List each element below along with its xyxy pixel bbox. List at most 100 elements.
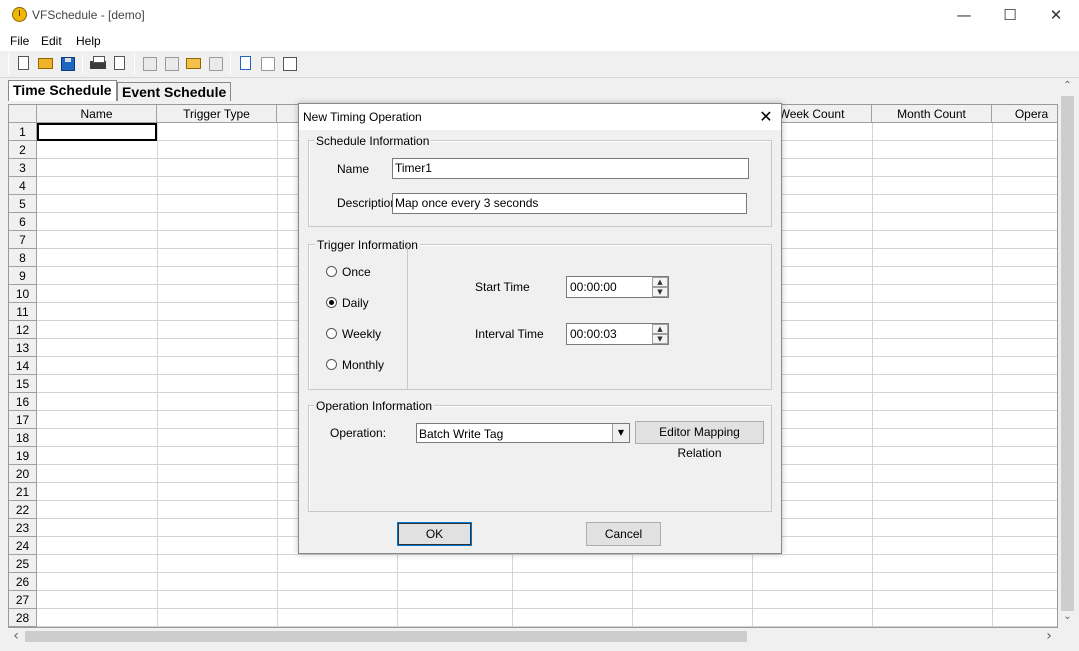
row-header[interactable]: 9 — [9, 267, 37, 285]
interval-time-value[interactable]: 00:00:03 — [570, 327, 617, 341]
weekly-radio[interactable] — [326, 328, 337, 339]
table-row[interactable] — [37, 609, 1057, 627]
minimize-button[interactable]: — — [941, 0, 987, 31]
daily-radio[interactable] — [326, 297, 337, 308]
row-header[interactable]: 27 — [9, 591, 37, 609]
schedule-icon[interactable] — [236, 54, 254, 72]
row-header[interactable]: 15 — [9, 375, 37, 393]
name-label: Name — [337, 162, 370, 176]
row-header[interactable]: 18 — [9, 429, 37, 447]
description-label: Description — [337, 196, 398, 210]
start-time-label: Start Time — [475, 280, 530, 294]
cut-icon[interactable] — [140, 54, 158, 72]
start-time-up-icon[interactable]: ▲ — [652, 277, 668, 287]
corner-cell — [9, 105, 37, 123]
menu-edit[interactable]: Edit — [41, 34, 62, 48]
monthly-radio[interactable] — [326, 359, 337, 370]
column-divider — [992, 123, 993, 627]
row-header[interactable]: 28 — [9, 609, 37, 627]
operation-value[interactable]: Batch Write Tag — [419, 427, 503, 441]
trigger-information-legend: Trigger Information — [315, 238, 420, 252]
row-header[interactable]: 10 — [9, 285, 37, 303]
row-header[interactable]: 24 — [9, 537, 37, 555]
paste-icon[interactable] — [184, 54, 202, 72]
once-label[interactable]: Once — [342, 265, 371, 279]
column-header-operation[interactable]: Opera — [992, 105, 1057, 123]
table-row[interactable] — [37, 555, 1057, 573]
row-header[interactable]: 5 — [9, 195, 37, 213]
row-header[interactable]: 7 — [9, 231, 37, 249]
row-header[interactable]: 13 — [9, 339, 37, 357]
row-header[interactable]: 23 — [9, 519, 37, 537]
description-field[interactable]: Map once every 3 seconds — [392, 193, 747, 214]
once-radio[interactable] — [326, 266, 337, 277]
print-icon[interactable] — [88, 54, 106, 72]
row-header[interactable]: 4 — [9, 177, 37, 195]
column-header-name[interactable]: Name — [37, 105, 157, 123]
trigger-divider — [407, 244, 408, 390]
tab-event-schedule[interactable]: Event Schedule — [117, 82, 232, 101]
add-row-icon[interactable] — [258, 54, 276, 72]
scroll-down-arrow-icon[interactable]: ⌄ — [1059, 611, 1076, 627]
row-header[interactable]: 21 — [9, 483, 37, 501]
schedule-information-legend: Schedule Information — [314, 134, 432, 148]
operation-information-legend: Operation Information — [314, 399, 435, 413]
tab-time-schedule[interactable]: Time Schedule — [8, 80, 117, 101]
scroll-up-arrow-icon[interactable]: ⌃ — [1059, 80, 1076, 96]
copy-icon[interactable] — [162, 54, 180, 72]
menu-file[interactable]: File — [10, 34, 29, 48]
daily-label[interactable]: Daily — [342, 296, 369, 310]
delete-icon[interactable] — [206, 54, 224, 72]
weekly-label[interactable]: Weekly — [342, 327, 381, 341]
editor-mapping-relation-button[interactable]: Editor Mapping Relation — [635, 421, 764, 460]
interval-time-label: Interval Time — [475, 327, 544, 341]
dialog-close-icon[interactable]: ✕ — [751, 104, 781, 130]
column-header-trigger-type[interactable]: Trigger Type — [157, 105, 277, 123]
window-title: VFSchedule - [demo] — [32, 8, 145, 22]
row-header[interactable]: 3 — [9, 159, 37, 177]
new-doc-icon[interactable] — [14, 54, 32, 72]
interval-time-down-icon[interactable]: ▼ — [652, 334, 668, 344]
scroll-left-arrow-icon[interactable]: ‹ — [9, 629, 23, 644]
open-folder-icon[interactable] — [36, 54, 54, 72]
row-header[interactable]: 12 — [9, 321, 37, 339]
row-header[interactable]: 14 — [9, 357, 37, 375]
row-header[interactable]: 17 — [9, 411, 37, 429]
horizontal-scroll-thumb[interactable] — [25, 631, 747, 642]
menu-help[interactable]: Help — [76, 34, 101, 48]
row-header[interactable]: 19 — [9, 447, 37, 465]
selected-cell[interactable] — [37, 123, 157, 141]
ok-button[interactable]: OK — [397, 522, 472, 546]
row-header[interactable]: 2 — [9, 141, 37, 159]
row-header[interactable]: 25 — [9, 555, 37, 573]
table-row[interactable] — [37, 591, 1057, 609]
row-header[interactable]: 11 — [9, 303, 37, 321]
column-divider — [157, 123, 158, 627]
row-header[interactable]: 8 — [9, 249, 37, 267]
dialog-title: New Timing Operation — [303, 110, 422, 124]
start-time-down-icon[interactable]: ▼ — [652, 287, 668, 297]
code-icon[interactable] — [280, 54, 298, 72]
row-header[interactable]: 26 — [9, 573, 37, 591]
row-header[interactable]: 20 — [9, 465, 37, 483]
name-field[interactable]: Timer1 — [392, 158, 749, 179]
row-header[interactable]: 1 — [9, 123, 37, 141]
toolbar-separator — [82, 54, 83, 74]
start-time-value[interactable]: 00:00:00 — [570, 280, 617, 294]
print-preview-icon[interactable] — [110, 54, 128, 72]
scroll-right-arrow-icon[interactable]: › — [1042, 629, 1056, 644]
save-icon[interactable] — [58, 54, 76, 72]
row-header[interactable]: 16 — [9, 393, 37, 411]
row-header[interactable]: 6 — [9, 213, 37, 231]
vertical-scroll-thumb[interactable] — [1061, 96, 1074, 611]
interval-time-up-icon[interactable]: ▲ — [652, 324, 668, 334]
maximize-button[interactable]: ☐ — [987, 0, 1033, 31]
close-button[interactable]: ✕ — [1033, 0, 1079, 31]
new-timing-operation-dialog: New Timing Operation ✕ Schedule Informat… — [298, 103, 782, 554]
monthly-label[interactable]: Monthly — [342, 358, 384, 372]
row-header[interactable]: 22 — [9, 501, 37, 519]
cancel-button[interactable]: Cancel — [586, 522, 661, 546]
column-header-month-count[interactable]: Month Count — [872, 105, 992, 123]
dropdown-arrow-icon[interactable]: ▼ — [612, 424, 629, 442]
table-row[interactable] — [37, 573, 1057, 591]
